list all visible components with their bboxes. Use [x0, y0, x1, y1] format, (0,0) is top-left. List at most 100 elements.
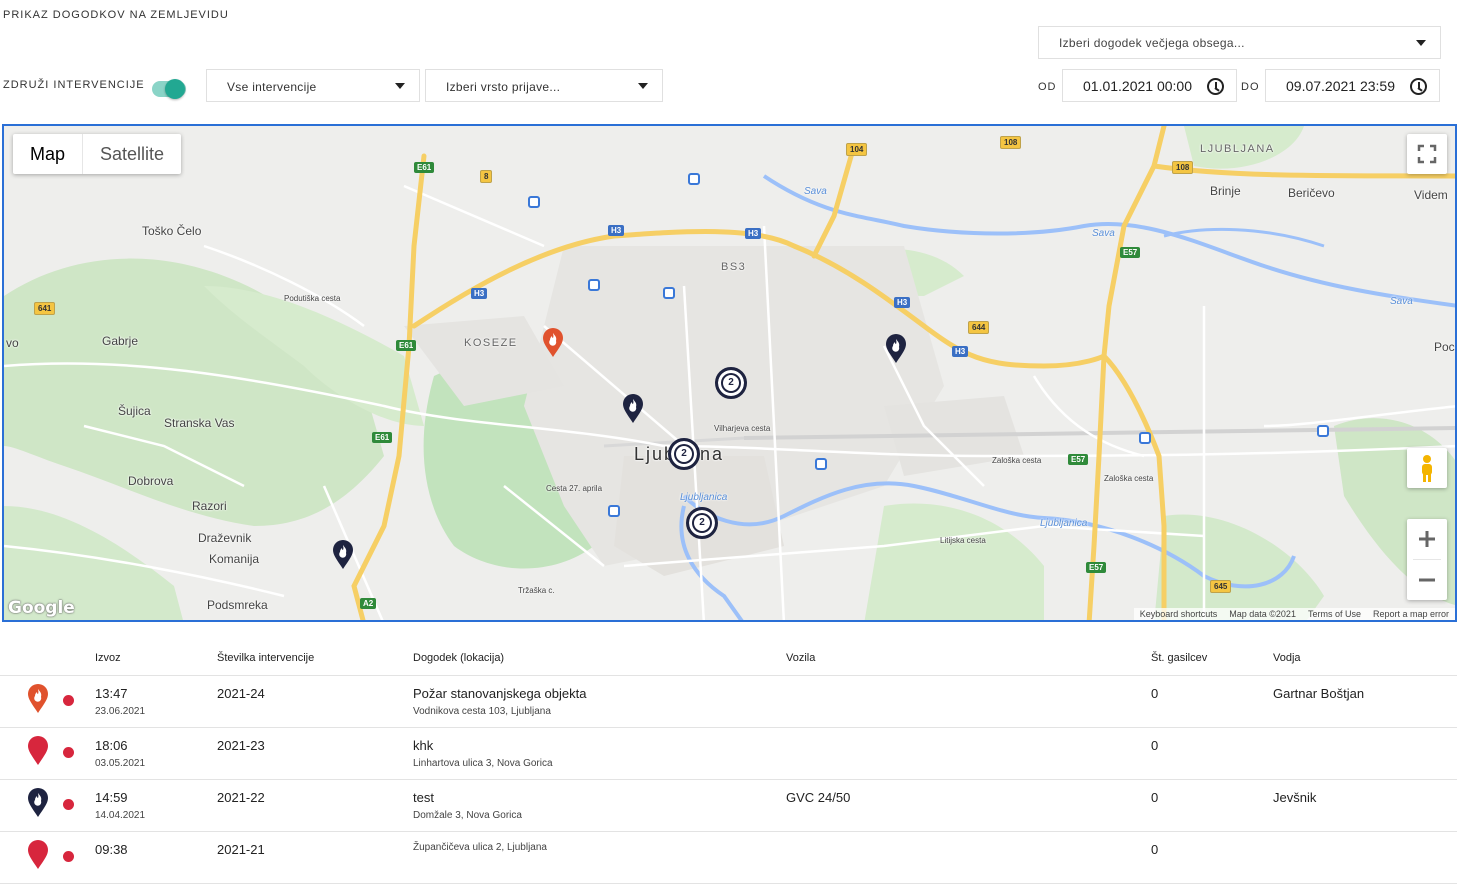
row-event: Požar stanovanjskega objekta: [413, 686, 587, 701]
big-event-select-label: Izberi dogodek večjega obsega...: [1059, 36, 1245, 50]
street-trzaska: Tržaška c.: [518, 586, 555, 595]
fullscreen-button[interactable]: [1407, 134, 1447, 174]
bus-stop-icon[interactable]: [528, 196, 540, 208]
road-sign-108: 108: [1000, 136, 1022, 149]
road-sign-e57: E57: [1068, 454, 1089, 465]
place-brinje: Brinje: [1210, 184, 1241, 198]
fullscreen-icon: [1417, 144, 1437, 164]
table-row[interactable]: 14:59 14.04.2021 2021-22 test Domžale 3,…: [0, 780, 1457, 832]
road-sign-e57: E57: [1086, 562, 1107, 573]
column-header-vehicles[interactable]: Vozila: [786, 652, 815, 664]
bus-stop-icon[interactable]: [1317, 425, 1329, 437]
row-date: 23.06.2021: [95, 706, 146, 717]
report-map-error-link[interactable]: Report a map error: [1373, 609, 1449, 619]
fire-marker-dark[interactable]: [331, 540, 355, 570]
column-header-number[interactable]: Številka intervencije: [217, 652, 314, 664]
road-sign-h3: H3: [608, 225, 625, 236]
road-sign-h3: H3: [894, 297, 911, 308]
cluster-count: 2: [676, 446, 692, 462]
big-event-select[interactable]: Izberi dogodek večjega obsega...: [1038, 26, 1441, 59]
street-litijska-cesta: Litijska cesta: [940, 536, 986, 545]
date-from-label: OD: [1038, 81, 1057, 93]
interventions-select-label: Vse intervencije: [227, 80, 317, 94]
marker-cluster[interactable]: 2: [668, 438, 700, 470]
bus-stop-icon[interactable]: [663, 287, 675, 299]
fire-marker-dark[interactable]: [884, 334, 908, 364]
river-sava: Sava: [1390, 296, 1413, 307]
merge-interventions-label: ZDRUŽI INTERVENCIJE: [3, 79, 145, 91]
merge-toggle-knob[interactable]: [165, 79, 185, 99]
cluster-count: 2: [694, 515, 710, 531]
place-ljubljana-small: LJUBLJANA: [1200, 143, 1275, 155]
table-row[interactable]: 09:38 2021-21 Župančičeva ulica 2, Ljubl…: [0, 832, 1457, 884]
bus-stop-icon[interactable]: [608, 505, 620, 517]
date-from-field[interactable]: 01.01.2021 00:00: [1062, 69, 1237, 102]
date-to-field[interactable]: 09.07.2021 23:59: [1265, 69, 1440, 102]
marker-cluster[interactable]: 2: [686, 507, 718, 539]
street-zaloska-cesta: Zaloška cesta: [1104, 474, 1154, 483]
fire-marker-orange[interactable]: [541, 328, 565, 358]
row-event: test: [413, 790, 434, 805]
place-vo: vo: [6, 336, 19, 350]
street-zaloska-cesta: Zaloška cesta: [992, 456, 1042, 465]
road-sign-h3: H3: [952, 346, 969, 357]
marker-cluster[interactable]: 2: [715, 367, 747, 399]
river-ljubljanica: Ljubljanica: [1040, 518, 1088, 529]
road-sign-a2: A2: [360, 598, 377, 609]
row-number: 2021-21: [217, 842, 265, 857]
location-pin-red-icon: [28, 840, 48, 869]
road-sign-e57: E57: [1120, 247, 1141, 258]
column-header-izvoz[interactable]: Izvoz: [95, 652, 121, 664]
row-date: 03.05.2021: [95, 758, 146, 769]
report-type-select[interactable]: Izberi vrsto prijave...: [425, 69, 663, 102]
status-dot: [63, 747, 74, 758]
road-sign-644: 644: [968, 321, 990, 334]
fire-marker-dark[interactable]: [621, 394, 645, 424]
bus-stop-icon[interactable]: [588, 279, 600, 291]
row-location: Župančičeva ulica 2, Ljubljana: [413, 842, 547, 853]
column-header-event[interactable]: Dogodek (lokacija): [413, 652, 504, 664]
interventions-select[interactable]: Vse intervencije: [206, 69, 420, 102]
chevron-down-icon: [395, 83, 405, 89]
road-sign-108: 108: [1172, 161, 1194, 174]
clock-icon[interactable]: [1410, 78, 1427, 95]
place-razori: Razori: [192, 499, 227, 513]
place-gabrje: Gabrje: [102, 334, 139, 348]
row-firefighters: 0: [1151, 686, 1159, 701]
plus-icon: [1419, 531, 1435, 547]
road-sign-645: 645: [1210, 580, 1232, 593]
row-time: 18:06: [95, 738, 128, 753]
road-sign-h3: H3: [745, 228, 762, 239]
map-type-satellite-button[interactable]: Satellite: [83, 134, 181, 174]
bus-stop-icon[interactable]: [815, 458, 827, 470]
terms-of-use-link[interactable]: Terms of Use: [1308, 609, 1361, 619]
chevron-down-icon: [1416, 40, 1426, 46]
map-type-map-button[interactable]: Map: [13, 134, 84, 174]
bus-stop-icon[interactable]: [1139, 432, 1151, 444]
place-sujica: Šujica: [118, 404, 151, 418]
river-sava: Sava: [1092, 228, 1115, 239]
street-cesta-27-aprila: Cesta 27. aprila: [546, 484, 603, 493]
table-row[interactable]: 13:47 23.06.2021 2021-24 Požar stanovanj…: [0, 676, 1457, 728]
zoom-out-button[interactable]: [1407, 560, 1447, 600]
location-pin-red-icon: [28, 736, 48, 765]
river-sava: Sava: [804, 186, 827, 197]
place-stranska-vas: Stranska Vas: [164, 416, 235, 430]
column-header-leader[interactable]: Vodja: [1273, 652, 1301, 664]
keyboard-shortcuts-link[interactable]: Keyboard shortcuts: [1140, 609, 1218, 619]
interventions-table: Izvoz Številka intervencije Dogodek (lok…: [0, 640, 1457, 884]
place-tosko-celo: Toško Čelo: [142, 224, 202, 238]
bus-stop-icon[interactable]: [688, 173, 700, 185]
river-ljubljanica: Ljubljanica: [680, 492, 728, 503]
map-data-text: Map data ©2021: [1229, 609, 1296, 619]
row-firefighters: 0: [1151, 790, 1159, 805]
zoom-in-button[interactable]: [1407, 519, 1447, 559]
place-drazevnik: Draževnik: [198, 531, 252, 545]
street-view-button[interactable]: [1407, 448, 1447, 488]
clock-icon[interactable]: [1207, 78, 1224, 95]
map[interactable]: Toško Čelo Gabrje vo Šujica Stranska Vas…: [2, 124, 1457, 622]
column-header-firefighters[interactable]: Št. gasilcev: [1151, 652, 1207, 664]
table-row[interactable]: 18:06 03.05.2021 2021-23 khk Linhartova …: [0, 728, 1457, 780]
status-dot: [63, 851, 74, 862]
date-from-value: 01.01.2021 00:00: [1083, 78, 1192, 94]
